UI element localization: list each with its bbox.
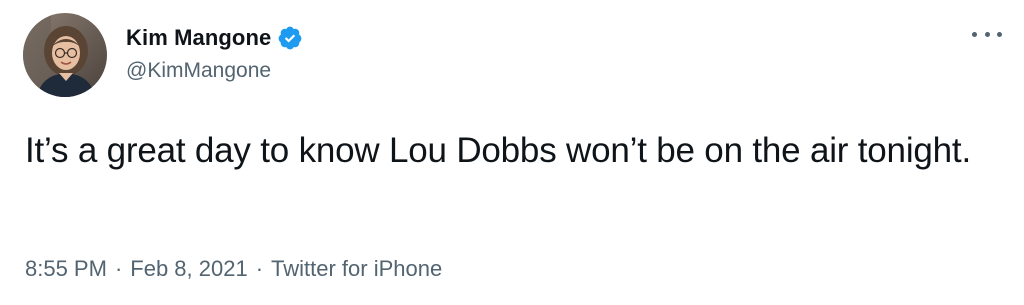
verified-badge-icon [277, 25, 303, 51]
more-dot [972, 31, 977, 37]
meta-separator: · [114, 256, 123, 281]
author-handle[interactable]: @KimMangone [126, 59, 271, 83]
tweet-text: It’s a great day to know Lou Dobbs won’t… [25, 131, 971, 170]
tweet-time[interactable]: 8:55 PM [25, 256, 107, 282]
avatar-image [23, 13, 107, 97]
avatar[interactable] [23, 13, 107, 97]
more-options-icon[interactable] [972, 22, 1002, 46]
display-name[interactable]: Kim Mangone [126, 25, 271, 51]
tweet-source[interactable]: Twitter for iPhone [271, 256, 442, 282]
more-dot [997, 31, 1002, 37]
meta-separator: · [255, 256, 264, 281]
tweet-meta: 8:55 PM · Feb 8, 2021 · Twitter for iPho… [25, 255, 442, 283]
tweet-card: Kim Mangone @KimMangone It’s a great day… [0, 0, 1024, 305]
more-dot [984, 31, 990, 37]
author-name-row: Kim Mangone [126, 24, 303, 52]
tweet-date[interactable]: Feb 8, 2021 [130, 256, 247, 282]
